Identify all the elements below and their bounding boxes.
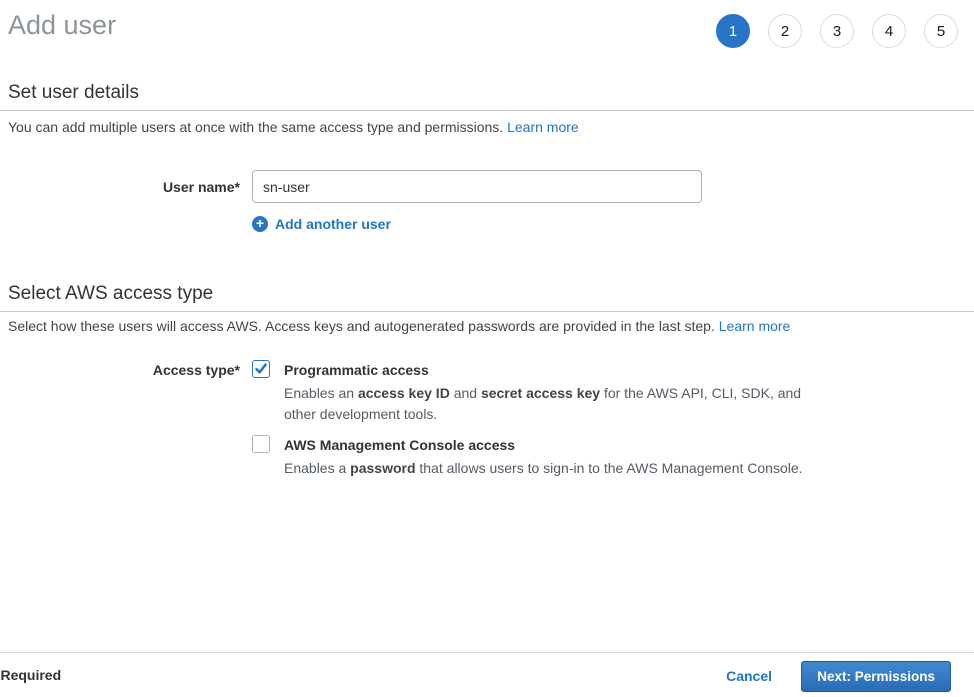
user-details-description: You can add multiple users at once with … [8, 119, 579, 135]
learn-more-link-user-details[interactable]: Learn more [507, 119, 579, 135]
required-label: Required [0, 667, 61, 683]
desc-text: and [450, 385, 481, 401]
cancel-button[interactable]: Cancel [726, 668, 772, 684]
wizard-step-2[interactable]: 2 [768, 14, 802, 48]
programmatic-access-checkbox[interactable] [252, 360, 270, 378]
add-user-page: Add user 1 2 3 4 5 Set user details You … [0, 0, 974, 697]
access-type-description-text: Select how these users will access AWS. … [8, 318, 719, 334]
check-icon [254, 362, 268, 376]
user-details-description-text: You can add multiple users at once with … [8, 119, 507, 135]
section-divider [0, 110, 974, 111]
access-type-label: Access type* [0, 362, 240, 378]
required-note: *Required [0, 667, 61, 683]
console-access-title[interactable]: AWS Management Console access [284, 437, 515, 453]
section-divider [0, 311, 974, 312]
wizard-step-indicator: 1 2 3 4 5 [716, 14, 958, 48]
programmatic-access-title[interactable]: Programmatic access [284, 362, 429, 378]
desc-text: Enables a [284, 460, 350, 476]
wizard-step-4[interactable]: 4 [872, 14, 906, 48]
wizard-step-1[interactable]: 1 [716, 14, 750, 48]
wizard-step-3[interactable]: 3 [820, 14, 854, 48]
page-title: Add user [8, 10, 116, 41]
add-another-user-label: Add another user [275, 216, 391, 232]
desc-text: Enables an [284, 385, 358, 401]
desc-bold: access key ID [358, 385, 450, 401]
next-permissions-button[interactable]: Next: Permissions [801, 661, 951, 692]
console-access-checkbox[interactable] [252, 435, 270, 453]
plus-circle-icon: + [252, 216, 268, 232]
console-access-description: Enables a password that allows users to … [284, 458, 808, 479]
desc-text: that allows users to sign-in to the AWS … [416, 460, 803, 476]
desc-bold: secret access key [481, 385, 600, 401]
add-another-user-button[interactable]: + Add another user [252, 216, 391, 232]
learn-more-link-access-type[interactable]: Learn more [719, 318, 791, 334]
desc-bold: password [350, 460, 415, 476]
user-name-input[interactable] [252, 170, 702, 203]
select-access-type-heading: Select AWS access type [8, 283, 213, 305]
user-name-label: User name* [0, 179, 240, 195]
footer-divider [0, 652, 974, 653]
wizard-step-5[interactable]: 5 [924, 14, 958, 48]
access-type-description: Select how these users will access AWS. … [8, 318, 790, 334]
set-user-details-heading: Set user details [8, 82, 139, 104]
programmatic-access-description: Enables an access key ID and secret acce… [284, 383, 808, 425]
